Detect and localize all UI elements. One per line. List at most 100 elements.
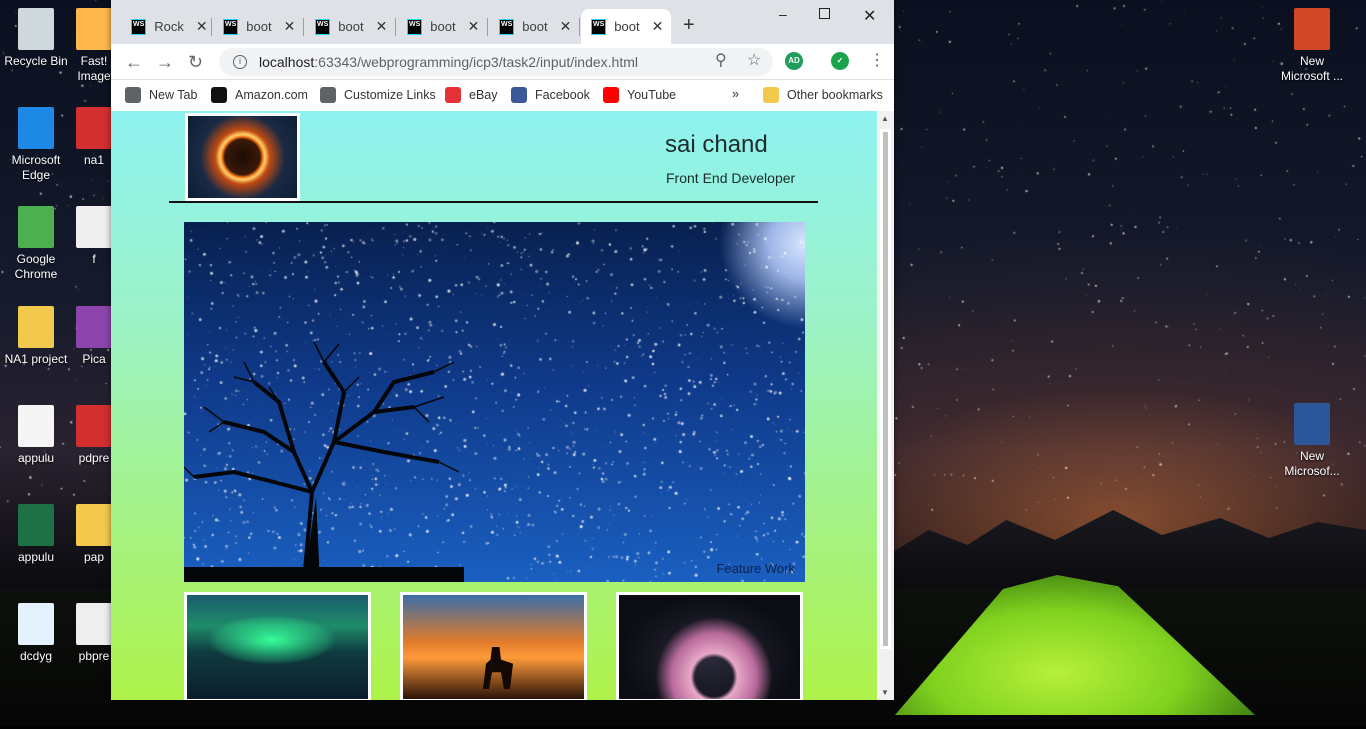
folder-icon xyxy=(18,306,54,348)
file-icon xyxy=(76,603,112,645)
desktop-icon-label: na1 xyxy=(83,153,105,167)
tab-close-icon[interactable]: ✕ xyxy=(376,18,388,35)
bookmark-label: YouTube xyxy=(627,88,677,102)
desktop-icon-label: dcdyg xyxy=(19,649,53,663)
desktop-icon-second[interactable]: Pica xyxy=(74,306,114,367)
browser-tab[interactable]: WS boot ✕ xyxy=(581,9,671,44)
tab-separator xyxy=(211,18,212,36)
bookmark-label: Customize Links xyxy=(344,88,436,102)
recycle-bin-icon xyxy=(18,8,54,50)
edge-icon xyxy=(18,107,54,149)
browser-tab[interactable]: WS boot ✕ xyxy=(213,9,304,44)
other-bookmarks-label: Other bookmarks xyxy=(787,88,883,102)
bookmarks-bar: New Tab Amazon.com Customize Links eBay Face… xyxy=(111,80,894,111)
bookmark-label: Amazon.com xyxy=(235,88,308,102)
tab-title: boot xyxy=(246,19,272,34)
bookmarks-overflow[interactable]: » xyxy=(732,87,739,101)
webstorm-favicon-icon: WS xyxy=(223,18,239,35)
bookmark-item[interactable]: YouTube xyxy=(603,87,676,103)
bookmark-item[interactable]: eBay xyxy=(445,87,498,103)
ebay-icon xyxy=(445,87,461,103)
desktop-icon-right[interactable]: New Microsoft ... xyxy=(1276,8,1348,84)
folder-icon xyxy=(763,87,779,103)
url-host: localhost xyxy=(259,54,315,70)
amazon-icon xyxy=(211,87,227,103)
desktop-icon-left[interactable]: appulu xyxy=(0,405,72,466)
picasa-icon xyxy=(76,306,112,348)
desktop-icon-label: NA1 project xyxy=(4,352,68,366)
desktop-icon-label: Fast! Image xyxy=(77,54,111,83)
tab-close-icon[interactable]: ✕ xyxy=(196,18,208,35)
desktop-icon-left[interactable]: Google Chrome xyxy=(0,206,72,282)
tab-separator xyxy=(395,18,396,36)
desktop-icon-label: pdpre xyxy=(78,451,110,465)
desktop-icon-right[interactable]: New Microsof... xyxy=(1276,403,1348,479)
webstorm-favicon-icon: WS xyxy=(407,18,423,35)
pdf-icon xyxy=(76,405,112,447)
tab-title: boot xyxy=(614,19,640,34)
hero-caption: Feature Work xyxy=(716,561,795,576)
desktop-icon-second[interactable]: pdpre xyxy=(74,405,114,466)
bookmark-label: eBay xyxy=(469,88,498,102)
header-divider xyxy=(169,201,818,203)
desktop-icon-left[interactable]: NA1 project xyxy=(0,306,72,367)
desktop-icon-left[interactable]: dcdyg xyxy=(0,603,72,664)
tab-title: boot xyxy=(338,19,364,34)
forward-button[interactable]: → xyxy=(156,52,174,73)
reload-button[interactable]: ↻ xyxy=(188,52,203,73)
page-scrollbar[interactable]: ▲ ▼ xyxy=(877,111,894,700)
browser-tab[interactable]: WS Rock ✕ xyxy=(121,9,212,44)
desktop-icon-left[interactable]: appulu xyxy=(0,504,72,565)
scroll-down-icon[interactable]: ▼ xyxy=(881,688,889,697)
bookmark-star-icon[interactable]: ☆ xyxy=(747,50,761,70)
tab-title: boot xyxy=(430,19,456,34)
back-button[interactable]: ← xyxy=(125,52,143,73)
desktop-icon-label: pbpre xyxy=(78,649,110,663)
scrollbar-thumb[interactable] xyxy=(880,129,891,649)
bookmark-item[interactable]: New Tab xyxy=(125,87,197,103)
other-bookmarks[interactable]: Other bookmarks xyxy=(763,87,883,103)
scroll-up-icon[interactable]: ▲ xyxy=(881,114,889,123)
bookmark-item[interactable]: Customize Links xyxy=(320,87,436,103)
bookmark-item[interactable]: Facebook xyxy=(511,87,590,103)
tab-close-icon[interactable]: ✕ xyxy=(652,18,664,35)
address-bar[interactable]: i localhost:63343/webprogramming/icp3/ta… xyxy=(219,48,773,76)
browser-tab[interactable]: WS boot ✕ xyxy=(305,9,396,44)
tab-close-icon[interactable]: ✕ xyxy=(284,18,296,35)
desktop-icon-second[interactable]: pap xyxy=(74,504,114,565)
bookmark-item[interactable]: Amazon.com xyxy=(211,87,308,103)
desktop-icon-second[interactable]: na1 xyxy=(74,107,114,168)
chrome-icon xyxy=(18,206,54,248)
thumbnail-aurora xyxy=(184,592,371,700)
new-tab-button[interactable]: + xyxy=(683,14,695,37)
desktop-icon-left[interactable]: Recycle Bin xyxy=(0,8,72,69)
maximize-button[interactable] xyxy=(819,8,830,19)
shield-extension-icon[interactable]: ✓ xyxy=(831,52,849,70)
youtube-icon xyxy=(603,87,619,103)
tab-close-icon[interactable]: ✕ xyxy=(560,18,572,35)
desktop-icon-second[interactable]: Fast! Image xyxy=(74,8,114,84)
minimize-button[interactable]: – xyxy=(779,6,787,22)
tab-close-icon[interactable]: ✕ xyxy=(468,18,480,35)
facebook-icon xyxy=(511,87,527,103)
desktop-icon-label: pap xyxy=(83,550,105,564)
browser-tab[interactable]: WS boot ✕ xyxy=(489,9,580,44)
app-icon xyxy=(76,8,112,50)
extension-ad-icon[interactable]: AD xyxy=(785,52,803,70)
tab-separator xyxy=(487,18,488,36)
desktop-icon-label: Pica xyxy=(82,352,106,366)
site-info-icon[interactable]: i xyxy=(233,55,247,69)
zoom-icon[interactable]: ⚲ xyxy=(715,50,727,70)
browser-toolbar: ← → ↻ i localhost:63343/webprogramming/i… xyxy=(111,44,894,80)
feature-image: Feature Work xyxy=(184,222,805,582)
desktop-icon-label: Microsoft Edge xyxy=(11,153,61,182)
desktop-icon-second[interactable]: f xyxy=(74,206,114,267)
desktop-icon-second[interactable]: pbpre xyxy=(74,603,114,664)
desktop-icon-left[interactable]: Microsoft Edge xyxy=(0,107,72,183)
thumbnail-horse-rider xyxy=(400,592,587,700)
url-path: :63343/webprogramming/icp3/task2/input/i… xyxy=(314,54,639,70)
desktop-icon-label: New Microsoft ... xyxy=(1280,54,1343,83)
menu-kebab-icon[interactable]: ⋮ xyxy=(869,50,885,70)
close-button[interactable]: ✕ xyxy=(863,6,876,26)
browser-tab[interactable]: WS boot ✕ xyxy=(397,9,488,44)
